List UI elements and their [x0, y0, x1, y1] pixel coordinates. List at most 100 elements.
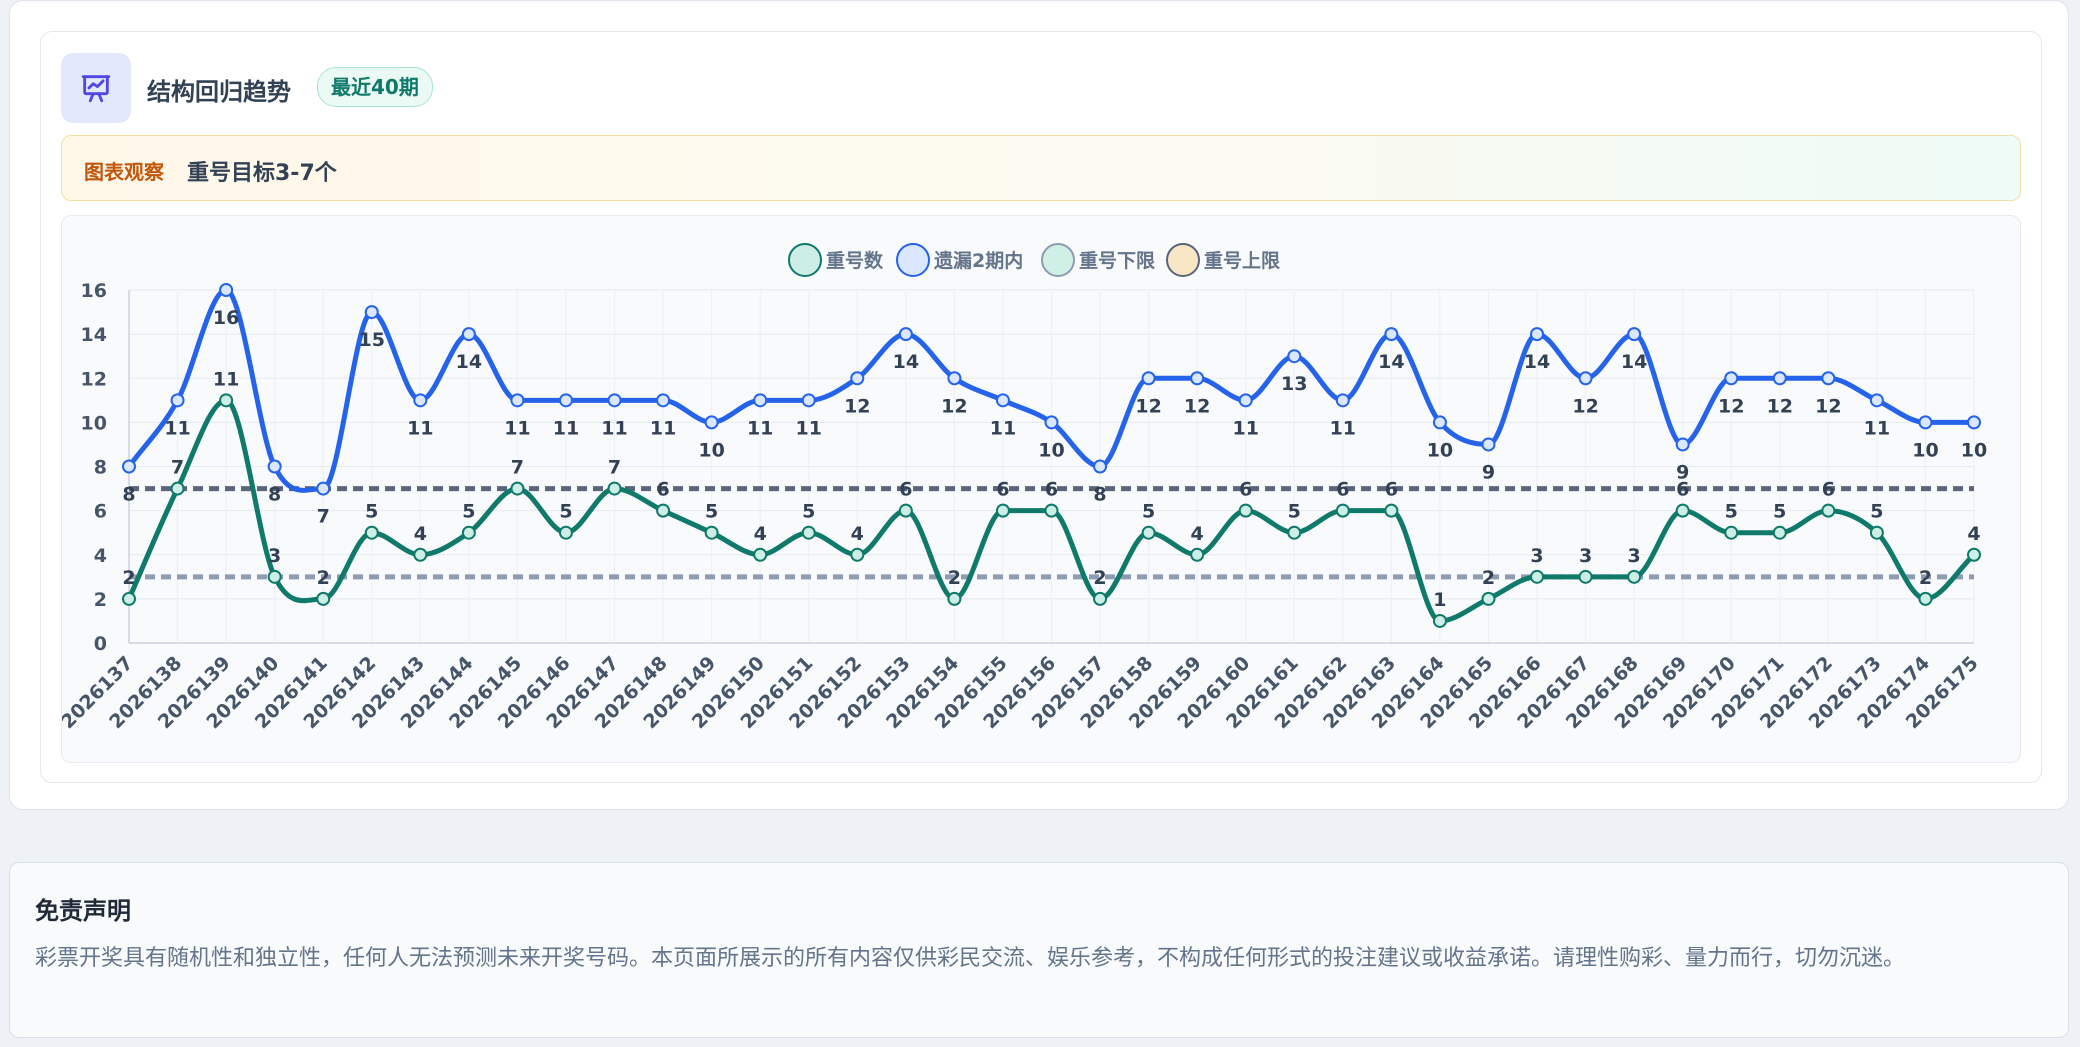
repeat-data-label: 2 — [122, 567, 135, 589]
repeat-point — [1627, 569, 1642, 584]
repeat-data-label: 5 — [705, 501, 718, 523]
miss2-data-label: 16 — [213, 307, 239, 329]
miss2-point — [1627, 327, 1642, 342]
miss2-point — [1869, 393, 1884, 408]
miss2-data-label: 13 — [1281, 373, 1307, 395]
repeat-point — [947, 591, 962, 606]
miss2-point — [1675, 437, 1690, 452]
repeat-data-label: 2 — [1919, 567, 1932, 589]
repeat-data-label: 5 — [802, 501, 815, 523]
miss2-point — [947, 371, 962, 386]
miss2-data-label: 14 — [1621, 351, 1647, 373]
miss2-point — [267, 459, 282, 474]
disclaimer-box: 免责声明 彩票开奖具有随机性和独立性，任何人无法预测未来开奖号码。本页面所展示的… — [9, 862, 2069, 1038]
legend-label-lower: 重号下限 — [1079, 250, 1155, 272]
repeat-data-label: 11 — [213, 368, 239, 390]
miss2-point — [1821, 371, 1836, 386]
miss2-data-label: 11 — [796, 417, 822, 439]
y-tick-label: 2 — [94, 589, 107, 611]
miss2-data-label: 9 — [1482, 461, 1495, 483]
miss2-point — [1530, 327, 1545, 342]
legend-marker-lower — [1041, 243, 1075, 277]
miss2-point — [316, 481, 331, 496]
repeat-data-label: 3 — [268, 545, 281, 567]
repeat-point — [558, 525, 573, 540]
miss2-data-label: 8 — [268, 484, 281, 506]
repeat-point — [1335, 503, 1350, 518]
repeat-data-label: 6 — [1045, 479, 1058, 501]
miss2-data-label: 11 — [650, 417, 676, 439]
miss2-point — [1432, 415, 1447, 430]
miss2-data-label: 12 — [844, 395, 870, 417]
miss2-point — [704, 415, 719, 430]
miss2-data-label: 14 — [893, 351, 919, 373]
repeat-point — [1044, 503, 1059, 518]
repeat-data-label: 5 — [1288, 501, 1301, 523]
miss2-point — [1335, 393, 1350, 408]
repeat-point — [1918, 591, 1933, 606]
repeat-point — [1384, 503, 1399, 518]
chart-area: 0 2 4 6 8 10 12 14 16 2026137 2026138 2026139 202614… — [61, 215, 2021, 763]
repeat-point — [1238, 503, 1253, 518]
repeat-data-label: 6 — [1822, 479, 1835, 501]
miss2-data-label: 11 — [601, 417, 627, 439]
miss2-data-label: 12 — [1135, 395, 1161, 417]
repeat-point — [1967, 547, 1981, 562]
miss2-data-label: 12 — [1718, 395, 1744, 417]
miss2-point — [1481, 437, 1496, 452]
legend-marker-upper — [1166, 243, 1200, 277]
repeat-data-label: 4 — [414, 523, 427, 545]
miss2-data-label: 14 — [456, 351, 482, 373]
miss2-data-label: 14 — [1378, 351, 1404, 373]
repeat-data-label: 7 — [511, 457, 524, 479]
miss2-data-label: 11 — [553, 417, 579, 439]
disclaimer-text: 彩票开奖具有随机性和独立性，任何人无法预测未来开奖号码。本页面所展示的所有内容仅… — [35, 946, 1906, 971]
legend-marker-repeat — [788, 243, 822, 277]
miss2-point — [1384, 327, 1399, 342]
miss2-data-label: 12 — [1815, 395, 1841, 417]
repeat-data-label: 6 — [1676, 479, 1689, 501]
miss2-data-label: 8 — [1093, 484, 1106, 506]
repeat-data-label: 5 — [462, 501, 475, 523]
repeat-data-label: 7 — [171, 457, 184, 479]
miss2-data-label: 8 — [122, 484, 135, 506]
legend-label-upper: 重号上限 — [1204, 250, 1280, 272]
miss2-point — [510, 393, 525, 408]
observation-tag: 图表观察 — [84, 160, 164, 184]
trend-card: 结构回归趋势 最近40期 图表观察 重号目标3-7个 0 2 4 6 8 10 12 14 16… — [9, 0, 2069, 810]
repeat-data-label: 3 — [1628, 545, 1641, 567]
miss2-data-label: 11 — [1232, 417, 1258, 439]
miss2-point — [898, 327, 913, 342]
miss2-data-label: 15 — [359, 329, 385, 351]
y-tick-label: 4 — [94, 545, 107, 567]
y-tick-label: 0 — [94, 633, 107, 655]
disclaimer-title: 免责声明 — [35, 897, 131, 925]
repeat-data-label: 4 — [754, 523, 767, 545]
miss2-point — [1093, 459, 1108, 474]
repeat-point — [461, 525, 476, 540]
period-badge: 最近40期 — [317, 67, 433, 107]
miss2-data-label: 12 — [1767, 395, 1793, 417]
miss2-point — [461, 327, 476, 342]
repeat-point — [1869, 525, 1884, 540]
repeat-point — [1724, 525, 1739, 540]
miss2-data-label: 11 — [504, 417, 530, 439]
repeat-point — [413, 547, 428, 562]
miss2-point — [413, 393, 428, 408]
repeat-point — [1141, 525, 1156, 540]
miss2-point — [995, 393, 1010, 408]
repeat-data-label: 2 — [948, 567, 961, 589]
miss2-point — [753, 393, 768, 408]
repeat-data-label: 4 — [1967, 523, 1980, 545]
repeat-data-label: 5 — [1773, 501, 1786, 523]
repeat-data-label: 3 — [1530, 545, 1543, 567]
repeat-data-label: 6 — [899, 479, 912, 501]
miss2-point — [1287, 349, 1302, 364]
repeat-point — [1190, 547, 1205, 562]
miss2-data-label: 12 — [1572, 395, 1598, 417]
repeat-data-label: 5 — [559, 501, 572, 523]
miss2-point — [1190, 371, 1205, 386]
miss2-data-label: 14 — [1524, 351, 1550, 373]
repeat-point — [122, 591, 136, 606]
repeat-point — [1821, 503, 1836, 518]
